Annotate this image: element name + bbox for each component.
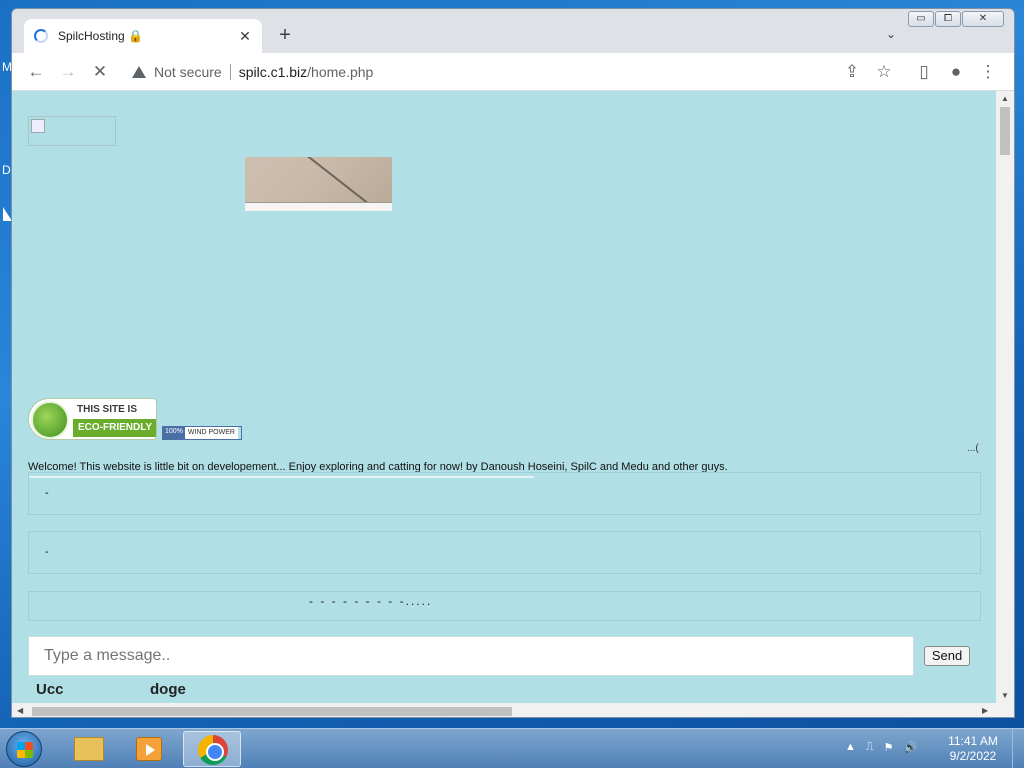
eco-badge-line2: ECO-FRIENDLY bbox=[73, 419, 156, 437]
action-center-flag-icon[interactable]: ⚑ bbox=[884, 741, 894, 754]
wind-percent: 100% bbox=[163, 427, 185, 439]
scroll-down-icon[interactable]: ▼ bbox=[1001, 691, 1009, 700]
tab-close-icon[interactable]: ✕ bbox=[238, 28, 252, 45]
divider bbox=[229, 64, 231, 80]
chat-message-box: - bbox=[28, 472, 981, 515]
tab-spilchosting[interactable]: SpilcHosting 🔒 ✕ bbox=[24, 19, 262, 53]
chrome-icon bbox=[198, 735, 228, 765]
overflow-text: Ucc bbox=[36, 681, 64, 698]
clock-time: 11:41 AM bbox=[948, 734, 998, 748]
side-panel-icon[interactable]: ▯ bbox=[914, 62, 934, 82]
start-button[interactable] bbox=[6, 731, 42, 767]
minimize-button[interactable]: ▭ bbox=[908, 11, 934, 27]
horizontal-scroll-thumb[interactable] bbox=[32, 707, 512, 716]
wind-text: WIND POWER bbox=[184, 427, 238, 439]
header-photo bbox=[245, 157, 392, 211]
page-viewport: THIS SITE IS ECO-FRIENDLY 100% WIND POWE… bbox=[12, 91, 1014, 717]
overflow-text: doge bbox=[150, 681, 186, 698]
forward-arrow-icon[interactable]: → bbox=[58, 62, 78, 82]
browser-window: SpilcHosting 🔒 ✕ + ⌄ ▭ ⧠ ✕ ← → ✕ Not sec… bbox=[11, 8, 1015, 718]
taskbar-explorer[interactable] bbox=[60, 731, 118, 767]
eco-badge-line1: THIS SITE IS bbox=[77, 404, 138, 415]
taskbar-media-player[interactable] bbox=[121, 731, 179, 767]
horizontal-scrollbar[interactable]: ◀ ▶ bbox=[12, 703, 1014, 717]
url-host: spilc.c1.biz bbox=[238, 64, 308, 80]
wind-power-badge[interactable]: 100% WIND POWER bbox=[162, 426, 242, 440]
profile-avatar-icon[interactable]: ● bbox=[946, 62, 966, 82]
menu-kebab-icon[interactable]: ⋮ bbox=[978, 62, 998, 82]
tab-search-icon[interactable]: ⌄ bbox=[886, 27, 896, 41]
close-window-button[interactable]: ✕ bbox=[962, 11, 1004, 27]
broken-image bbox=[28, 116, 116, 146]
window-controls: ▭ ⧠ ✕ bbox=[907, 11, 1004, 27]
show-desktop-button[interactable] bbox=[1012, 729, 1024, 768]
share-icon[interactable]: ⇪ bbox=[842, 62, 862, 82]
scroll-left-icon[interactable]: ◀ bbox=[17, 706, 23, 715]
folder-icon bbox=[74, 737, 104, 761]
volume-icon[interactable]: 🔊 bbox=[903, 741, 917, 754]
tab-title: SpilcHosting 🔒 bbox=[58, 29, 143, 43]
right-marker: ...( bbox=[967, 443, 979, 454]
vertical-scrollbar[interactable]: ▲ ▼ bbox=[996, 91, 1014, 703]
network-icon[interactable]: ⎍ bbox=[866, 741, 874, 754]
chat-message-text: - bbox=[45, 487, 49, 499]
loading-spinner-icon bbox=[34, 29, 48, 43]
address-bar[interactable]: Not secure spilc.c1.biz/home.php bbox=[124, 58, 998, 86]
leaf-icon bbox=[31, 401, 69, 439]
stop-loading-icon[interactable]: ✕ bbox=[90, 62, 110, 82]
clock-date: 9/2/2022 bbox=[949, 749, 997, 763]
taskbar-chrome[interactable] bbox=[183, 731, 241, 767]
warning-icon bbox=[132, 66, 146, 78]
taskbar: ▲ ⎍ ⚑ 🔊 11:41 AM 9/2/2022 bbox=[0, 728, 1024, 768]
tab-strip: SpilcHosting 🔒 ✕ + ⌄ ▭ ⧠ ✕ bbox=[12, 9, 1014, 53]
back-arrow-icon[interactable]: ← bbox=[26, 62, 46, 82]
new-tab-button[interactable]: + bbox=[274, 24, 296, 47]
message-composer: Send bbox=[28, 636, 981, 676]
media-player-icon bbox=[136, 737, 162, 761]
scroll-up-icon[interactable]: ▲ bbox=[1001, 94, 1009, 103]
browser-toolbar: ← → ✕ Not secure spilc.c1.biz/home.php ⇪… bbox=[12, 53, 1014, 91]
desktop-label: D bbox=[2, 163, 11, 177]
url-path: /home.php bbox=[307, 64, 374, 80]
eco-friendly-badge[interactable]: THIS SITE IS ECO-FRIENDLY bbox=[28, 398, 157, 440]
system-tray: ▲ ⎍ ⚑ 🔊 bbox=[845, 741, 917, 754]
bookmark-star-icon[interactable]: ☆ bbox=[874, 62, 894, 82]
chat-message-box: - - - - - - - - -..... bbox=[28, 591, 981, 621]
vertical-scroll-thumb[interactable] bbox=[1000, 107, 1010, 155]
scroll-right-icon[interactable]: ▶ bbox=[982, 706, 988, 715]
chat-message-box: - bbox=[28, 531, 981, 574]
message-input[interactable] bbox=[28, 636, 914, 676]
maximize-button[interactable]: ⧠ bbox=[935, 11, 961, 27]
chat-message-text: - bbox=[45, 546, 49, 558]
show-hidden-icons-icon[interactable]: ▲ bbox=[845, 741, 856, 754]
chat-message-text: - - - - - - - - -..... bbox=[309, 594, 433, 608]
clock[interactable]: 11:41 AM 9/2/2022 bbox=[940, 734, 1006, 764]
send-button[interactable]: Send bbox=[924, 646, 970, 666]
security-label[interactable]: Not secure bbox=[154, 64, 222, 80]
